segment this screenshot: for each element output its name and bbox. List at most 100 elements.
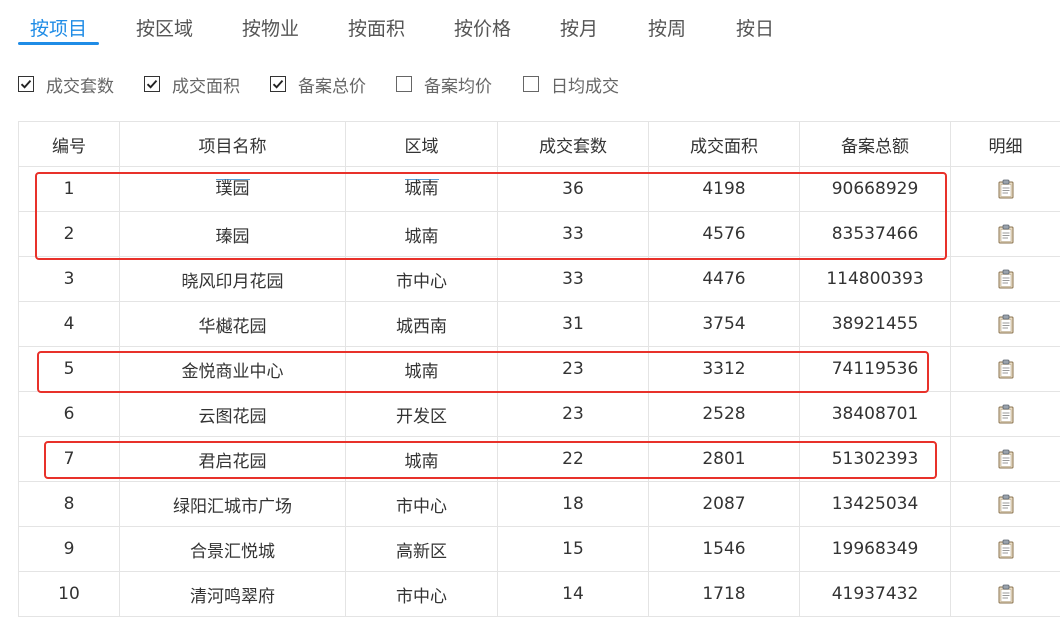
cell-deal-area: 2801 bbox=[648, 436, 800, 482]
table-row: 10 清河鸣翠府 市中心 14 1718 41937432 bbox=[18, 571, 1060, 617]
region-link[interactable]: 城南 bbox=[404, 179, 439, 198]
cell-deal-count: 22 bbox=[497, 436, 649, 482]
table-row: 2 瑧园 城南 33 4576 83537466 bbox=[18, 211, 1060, 257]
cell-number: 1 bbox=[18, 166, 120, 212]
cell-total-amount: 90668929 bbox=[799, 166, 951, 212]
cell-total-amount: 83537466 bbox=[799, 211, 951, 257]
cell-region: 城南 bbox=[345, 346, 498, 392]
cell-deal-count: 14 bbox=[497, 571, 649, 617]
cell-total-amount: 74119536 bbox=[799, 346, 951, 392]
filter-label: 备案总价 bbox=[298, 76, 366, 97]
filter-label: 成交套数 bbox=[46, 76, 114, 97]
cell-deal-count: 36 bbox=[497, 166, 649, 212]
cell-total-amount: 38921455 bbox=[799, 301, 951, 347]
clipboard-icon[interactable] bbox=[998, 179, 1014, 199]
filter-total-price[interactable]: 备案总价 bbox=[270, 70, 366, 98]
header-number[interactable]: 编号 bbox=[18, 121, 120, 167]
clipboard-icon[interactable] bbox=[998, 449, 1014, 469]
filter-avg-price[interactable]: 备案均价 bbox=[396, 70, 492, 98]
cell-project-name[interactable]: 云图花园 bbox=[119, 391, 346, 437]
clipboard-icon[interactable] bbox=[998, 314, 1014, 334]
table-row: 3 晓风印月花园 市中心 33 4476 114800393 bbox=[18, 256, 1060, 302]
cell-number: 3 bbox=[18, 256, 120, 302]
cell-detail bbox=[950, 571, 1060, 617]
cell-total-amount: 41937432 bbox=[799, 571, 951, 617]
cell-region: 开发区 bbox=[345, 391, 498, 437]
cell-region: 市中心 bbox=[345, 571, 498, 617]
cell-deal-area: 4198 bbox=[648, 166, 800, 212]
cell-detail bbox=[950, 346, 1060, 392]
cell-project-name[interactable]: 璞园 bbox=[119, 166, 346, 212]
cell-total-amount: 114800393 bbox=[799, 256, 951, 302]
cell-deal-count: 33 bbox=[497, 211, 649, 257]
cell-deal-count: 33 bbox=[497, 256, 649, 302]
cell-number: 4 bbox=[18, 301, 120, 347]
cell-project-name[interactable]: 绿阳汇城市广场 bbox=[119, 481, 346, 527]
cell-deal-area: 2087 bbox=[648, 481, 800, 527]
filter-label: 日均成交 bbox=[551, 76, 619, 97]
cell-number: 2 bbox=[18, 211, 120, 257]
cell-project-name[interactable]: 合景汇悦城 bbox=[119, 526, 346, 572]
cell-total-amount: 51302393 bbox=[799, 436, 951, 482]
header-detail: 明细 bbox=[950, 121, 1060, 167]
tab-by-area[interactable]: 按区域 bbox=[136, 14, 193, 44]
cell-project-name[interactable]: 君启花园 bbox=[119, 436, 346, 482]
tab-by-size[interactable]: 按面积 bbox=[348, 14, 405, 44]
cell-project-name[interactable]: 清河鸣翠府 bbox=[119, 571, 346, 617]
checkbox-checked-icon[interactable] bbox=[270, 76, 286, 92]
clipboard-icon[interactable] bbox=[998, 584, 1014, 604]
cell-total-amount: 13425034 bbox=[799, 481, 951, 527]
table-row: 8 绿阳汇城市广场 市中心 18 2087 13425034 bbox=[18, 481, 1060, 527]
cell-deal-area: 3754 bbox=[648, 301, 800, 347]
cell-project-name[interactable]: 晓风印月花园 bbox=[119, 256, 346, 302]
table-row: 9 合景汇悦城 高新区 15 1546 19968349 bbox=[18, 526, 1060, 572]
cell-deal-area: 2528 bbox=[648, 391, 800, 437]
cell-project-name[interactable]: 金悦商业中心 bbox=[119, 346, 346, 392]
checkbox-checked-icon[interactable] bbox=[18, 76, 34, 92]
table-row: 7 君启花园 城南 22 2801 51302393 bbox=[18, 436, 1060, 482]
table-row: 4 华樾花园 城西南 31 3754 38921455 bbox=[18, 301, 1060, 347]
tab-by-project[interactable]: 按项目 bbox=[30, 14, 87, 44]
cell-deal-count: 18 bbox=[497, 481, 649, 527]
table-row: 5 金悦商业中心 城南 23 3312 74119536 bbox=[18, 346, 1060, 392]
clipboard-icon[interactable] bbox=[998, 224, 1014, 244]
header-region[interactable]: 区域 bbox=[345, 121, 498, 167]
checkbox-unchecked-icon[interactable] bbox=[523, 76, 539, 92]
filter-deal-area[interactable]: 成交面积 bbox=[144, 70, 240, 98]
clipboard-icon[interactable] bbox=[998, 269, 1014, 289]
clipboard-icon[interactable] bbox=[998, 359, 1014, 379]
header-deal-count[interactable]: 成交套数 bbox=[497, 121, 649, 167]
cell-total-amount: 19968349 bbox=[799, 526, 951, 572]
tab-by-price[interactable]: 按价格 bbox=[454, 14, 511, 44]
cell-number: 7 bbox=[18, 436, 120, 482]
cell-detail bbox=[950, 481, 1060, 527]
filter-deal-count[interactable]: 成交套数 bbox=[18, 70, 114, 98]
tab-by-month[interactable]: 按月 bbox=[560, 14, 598, 44]
cell-project-name[interactable]: 华樾花园 bbox=[119, 301, 346, 347]
checkbox-checked-icon[interactable] bbox=[144, 76, 160, 92]
header-total-amount[interactable]: 备案总额 bbox=[799, 121, 951, 167]
cell-detail bbox=[950, 526, 1060, 572]
cell-detail bbox=[950, 301, 1060, 347]
cell-number: 8 bbox=[18, 481, 120, 527]
tab-by-property[interactable]: 按物业 bbox=[242, 14, 299, 44]
filter-label: 成交面积 bbox=[172, 76, 240, 97]
cell-region: 城西南 bbox=[345, 301, 498, 347]
header-deal-area[interactable]: 成交面积 bbox=[648, 121, 800, 167]
cell-region: 城南 bbox=[345, 211, 498, 257]
cell-project-name[interactable]: 瑧园 bbox=[119, 211, 346, 257]
cell-region: 市中心 bbox=[345, 481, 498, 527]
tab-by-week[interactable]: 按周 bbox=[648, 14, 686, 44]
project-name-link[interactable]: 璞园 bbox=[215, 179, 250, 198]
filter-daily-deals[interactable]: 日均成交 bbox=[523, 70, 619, 98]
header-project-name[interactable]: 项目名称 bbox=[119, 121, 346, 167]
cell-deal-count: 23 bbox=[497, 346, 649, 392]
tab-bar: 按项目 按区域 按物业 按面积 按价格 按月 按周 按日 bbox=[18, 0, 1058, 50]
clipboard-icon[interactable] bbox=[998, 404, 1014, 424]
cell-deal-area: 4476 bbox=[648, 256, 800, 302]
checkbox-unchecked-icon[interactable] bbox=[396, 76, 412, 92]
project-sales-table: 编号 项目名称 区域 成交套数 成交面积 备案总额 明细 1 璞园 城南 36 4198… bbox=[18, 121, 1060, 617]
clipboard-icon[interactable] bbox=[998, 539, 1014, 559]
clipboard-icon[interactable] bbox=[998, 494, 1014, 514]
tab-by-day[interactable]: 按日 bbox=[736, 14, 774, 44]
